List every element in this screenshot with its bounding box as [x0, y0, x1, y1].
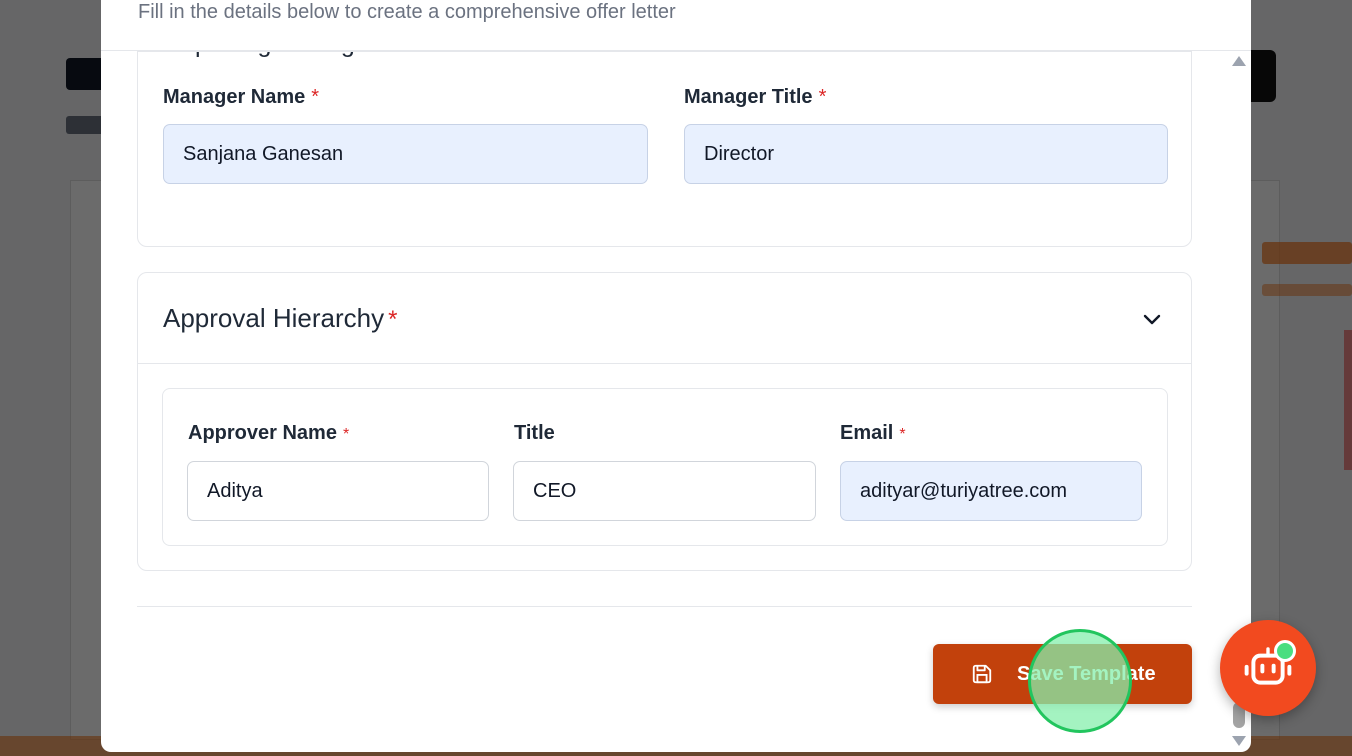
approver-title-input[interactable]: CEO	[513, 461, 816, 521]
modal-scroll-area[interactable]: Reporting Manager Manager Name* Sanjana …	[101, 11, 1251, 752]
approver-email-label: Email *	[840, 422, 906, 444]
approver-name-input[interactable]: Aditya	[187, 461, 489, 521]
scroll-down-arrow[interactable]	[1232, 736, 1246, 746]
chevron-down-icon[interactable]	[1140, 307, 1164, 331]
required-mark: *	[311, 86, 320, 108]
manager-title-label: Manager Title *	[684, 86, 827, 108]
offer-letter-modal: Fill in the details below to create a co…	[101, 0, 1251, 752]
manager-name-input[interactable]: Sanjana Ganesan	[163, 124, 648, 184]
approval-hierarchy-title[interactable]: Approval Hierarchy *	[163, 303, 397, 334]
footer-divider	[137, 606, 1192, 607]
assistant-bot-button[interactable]	[1220, 620, 1316, 716]
manager-name-label: Manager Name *	[163, 86, 320, 108]
modal-header: Fill in the details below to create a co…	[101, 0, 1251, 51]
section-divider	[138, 363, 1191, 364]
required-mark: *	[388, 306, 398, 333]
approver-row: Approver Name * Aditya Title CEO Email * a…	[162, 388, 1168, 546]
manager-title-input[interactable]: Director	[684, 124, 1168, 184]
section-divider	[138, 51, 1191, 52]
save-icon	[972, 664, 992, 684]
approver-name-label: Approver Name *	[188, 422, 350, 444]
approval-hierarchy-section: Approval Hierarchy * Approver Name * Adity…	[137, 272, 1192, 571]
click-indicator	[1028, 629, 1132, 733]
required-mark: *	[818, 86, 827, 108]
scroll-up-arrow[interactable]	[1232, 56, 1246, 66]
online-status-dot	[1274, 640, 1296, 662]
modal-description: Fill in the details below to create a co…	[138, 1, 676, 23]
required-mark: *	[899, 426, 906, 443]
approver-email-input[interactable]: adityar@turiyatree.com	[840, 461, 1142, 521]
approver-title-label: Title	[514, 422, 555, 444]
required-mark: *	[342, 426, 350, 443]
